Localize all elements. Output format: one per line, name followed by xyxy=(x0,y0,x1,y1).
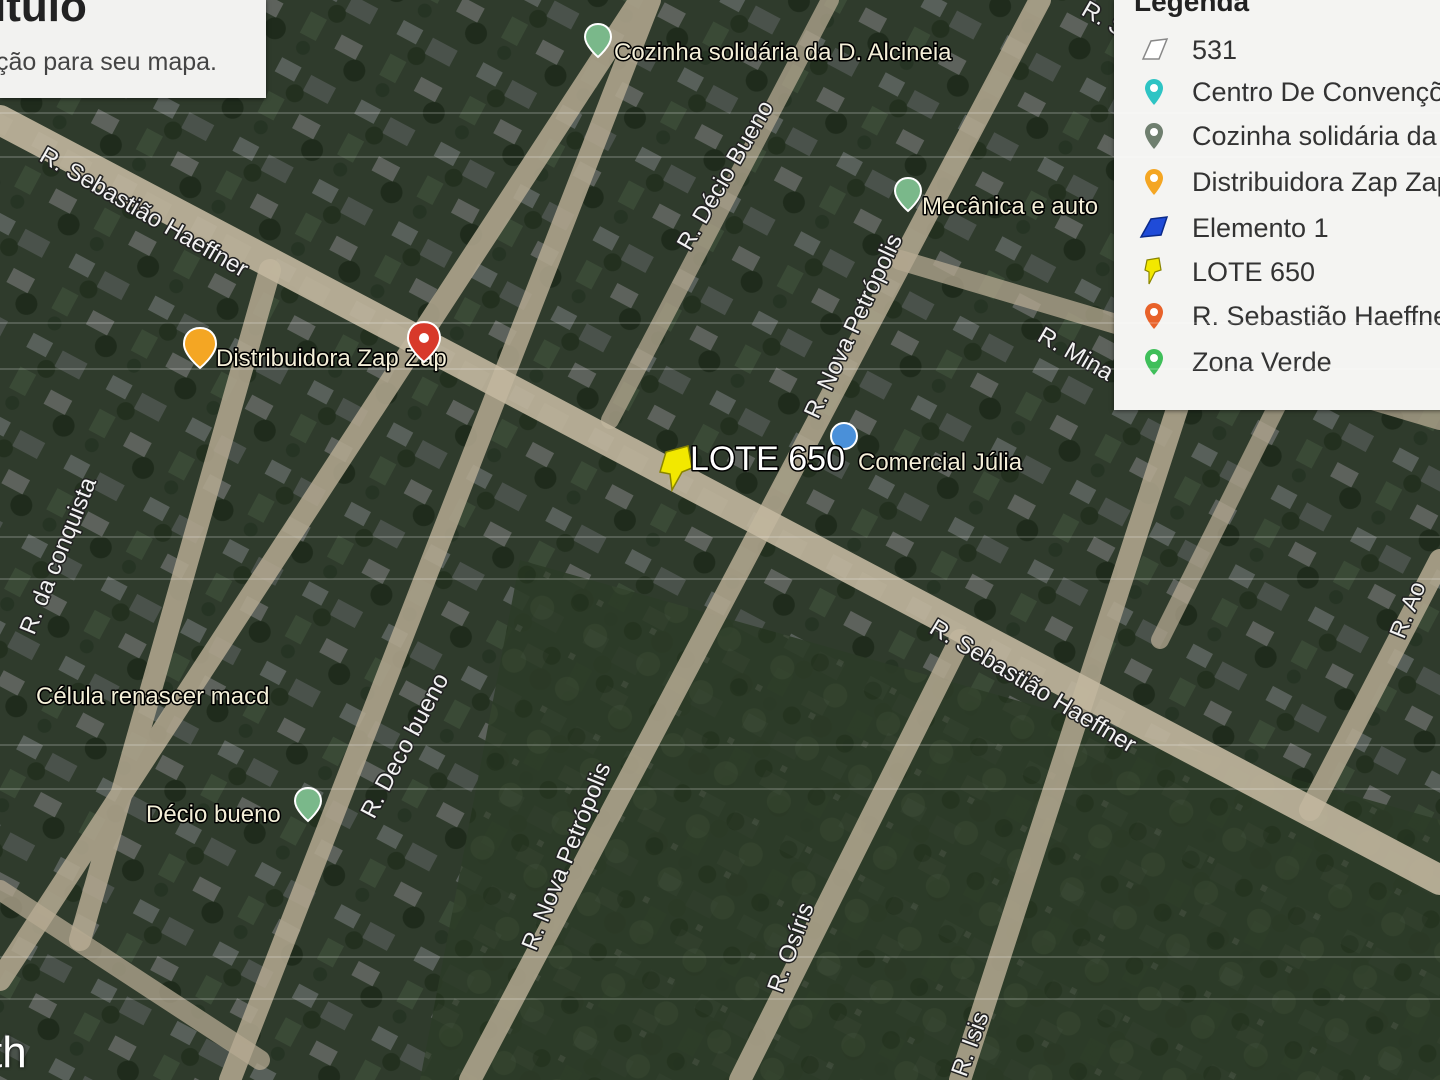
legend-item-distribuidora[interactable]: Distribuidora Zap Zap xyxy=(1134,162,1440,202)
legend-item-label: Centro De Convençõ xyxy=(1192,76,1440,107)
poi-label: Décio bueno xyxy=(146,801,281,828)
legend-item-531[interactable]: 531 xyxy=(1134,30,1440,70)
legend-item-label: Zona Verde xyxy=(1192,346,1332,377)
polygon-filled-icon xyxy=(1134,208,1174,248)
poi-label: Mecânica e auto xyxy=(922,193,1098,220)
legend-title: Legenda xyxy=(1134,0,1250,17)
earth-watermark: th xyxy=(0,1028,27,1077)
lote-label: LOTE 650 xyxy=(690,440,845,478)
legend-item-cozinha[interactable]: Cozinha solidária da xyxy=(1134,116,1440,156)
map-title-card[interactable]: ítulo ção para seu mapa. xyxy=(0,0,266,98)
pin-icon xyxy=(1134,72,1174,112)
legend-item-elemento-1[interactable]: Elemento 1 xyxy=(1134,208,1440,248)
legend-item-label: 531 xyxy=(1192,34,1238,65)
pushpin-icon xyxy=(1134,252,1174,292)
legend-item-label: Cozinha solidária da xyxy=(1192,120,1437,151)
pin-icon xyxy=(1134,162,1174,202)
legend-item-sebastiao[interactable]: R. Sebastião Haeffne xyxy=(1134,296,1440,336)
legend-item-zona-verde[interactable]: Zona Verde xyxy=(1134,342,1440,382)
legend-item-label: Distribuidora Zap Zap xyxy=(1192,166,1440,197)
legend-item-centro[interactable]: Centro De Convençõ xyxy=(1134,72,1440,112)
legend-panel[interactable]: Legenda 531 Centro De Convençõ Cozinha s… xyxy=(1114,0,1440,410)
pin-icon xyxy=(1134,296,1174,336)
poi-celula-label: Célula renascer macd xyxy=(36,683,269,710)
pin-icon xyxy=(1134,116,1174,156)
legend-item-label: LOTE 650 xyxy=(1192,256,1316,287)
pin-icon xyxy=(1134,342,1174,382)
poi-label: Cozinha solidária da D. Alcineia xyxy=(614,39,952,66)
map-description: ção para seu mapa. xyxy=(0,48,217,76)
map-title: ítulo xyxy=(0,0,87,31)
polygon-outline-icon xyxy=(1134,30,1174,70)
legend-item-lote-650[interactable]: LOTE 650 xyxy=(1134,252,1440,292)
legend-item-label: R. Sebastião Haeffne xyxy=(1192,300,1440,331)
poi-label: Comercial Júlia xyxy=(858,449,1023,476)
legend-item-label: Elemento 1 xyxy=(1192,212,1329,243)
